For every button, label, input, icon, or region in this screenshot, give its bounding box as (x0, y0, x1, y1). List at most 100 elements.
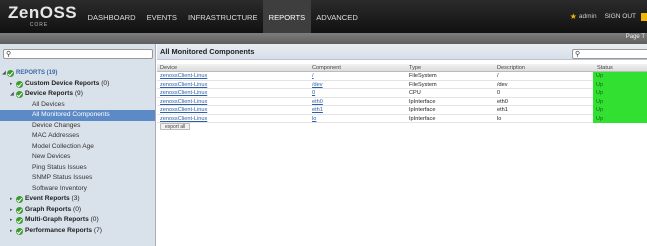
collapse-arrow-icon[interactable]: ▸ (10, 226, 13, 237)
page-tips-link[interactable]: Page T (626, 34, 645, 40)
status-badge: Up (593, 72, 647, 81)
logo-text: ZenOSS (8, 3, 78, 22)
check-icon (16, 217, 23, 224)
component-link[interactable]: / (312, 73, 314, 79)
main-nav: DASHBOARD EVENTS INFRASTRUCTURE REPORTS … (82, 0, 363, 33)
device-link[interactable]: zenossClient-Linux (160, 107, 207, 113)
logo-subtext: CORE (29, 22, 49, 28)
search-icon: ⚲ (575, 51, 581, 58)
zenoss-logo[interactable]: ZenOSS CORE (8, 3, 78, 30)
search-icon: ⚲ (6, 51, 12, 58)
tree-leaf-model-collection-age[interactable]: Model Collection Age (0, 142, 155, 153)
status-badge: Up (593, 89, 647, 98)
nav-dashboard[interactable]: DASHBOARD (82, 0, 141, 33)
tree-root-label: REPORTS (19) (16, 70, 58, 76)
nav-infrastructure[interactable]: INFRASTRUCTURE (183, 0, 264, 33)
component-link[interactable]: eth0 (312, 99, 323, 105)
nav-events[interactable]: EVENTS (141, 0, 182, 33)
tree-item-performance-reports[interactable]: ▸ Performance Reports (7) (0, 226, 155, 237)
type-cell: IpInterface (409, 107, 436, 113)
type-cell: FileSystem (409, 81, 437, 88)
tree-leaf-ping-status-issues[interactable]: Ping Status Issues (0, 163, 155, 174)
component-link[interactable]: /dev (312, 82, 323, 88)
expand-arrow-icon[interactable]: ◢ (10, 89, 14, 100)
tree-item-label: Performance Reports (25, 226, 93, 234)
tree-item-count: (9) (74, 90, 83, 97)
components-table: Device Component Type Description Status… (157, 64, 647, 132)
tree-leaf-mac-addresses[interactable]: MAC Addresses (0, 131, 155, 142)
status-badge: Up (593, 97, 647, 106)
column-header-status[interactable]: Status (597, 65, 613, 71)
sub-header-bar: Page T (0, 33, 647, 44)
export-all-button[interactable]: export all (160, 123, 191, 130)
user-icon: ★ (569, 12, 577, 21)
device-link[interactable]: zenossClient-Linux (160, 99, 207, 105)
device-link[interactable]: zenossClient-Linux (160, 73, 207, 79)
tree-item-count: (0) (73, 205, 82, 213)
type-cell: CPU (409, 90, 421, 96)
sign-out-link[interactable]: SIGN OUT (605, 13, 636, 20)
column-header-description[interactable]: Description (497, 65, 525, 71)
column-header-device[interactable]: Device (160, 65, 177, 71)
description-cell: /dev (497, 81, 508, 88)
tree-item-event-reports[interactable]: ▸ Event Reports (3) (0, 194, 155, 205)
check-icon (16, 91, 23, 98)
tree-item-label: Custom Device Reports (25, 79, 100, 87)
tree-leaf-snmp-status-issues[interactable]: SNMP Status Issues (0, 173, 155, 184)
collapse-arrow-icon[interactable]: ▸ (10, 79, 13, 90)
table-row: zenossClient-Linux eth1 IpInterface eth1… (157, 106, 647, 115)
tree-item-multi-graph-reports[interactable]: ▸ Multi-Graph Reports (0) (0, 215, 155, 226)
tree-item-count: (0) (90, 216, 99, 223)
tree-leaf-all-monitored-components[interactable]: All Monitored Components (0, 110, 155, 121)
component-link[interactable]: 0 (312, 90, 315, 96)
tree-search-input[interactable]: ⚲ (3, 49, 153, 59)
status-badge: Up (593, 114, 647, 123)
description-cell: eth1 (497, 107, 508, 113)
check-icon (16, 227, 23, 235)
status-badge: Up (593, 106, 647, 115)
user-name[interactable]: admin (579, 13, 597, 20)
tree-leaf-device-changes[interactable]: Device Changes (0, 121, 155, 132)
report-main-panel: All Monitored Components ⚲ Device Compon… (157, 44, 647, 246)
type-cell: IpInterface (409, 115, 436, 122)
tree-leaf-all-devices[interactable]: All Devices (0, 100, 155, 111)
description-cell: / (497, 73, 499, 79)
collapse-arrow-icon[interactable]: ▸ (10, 215, 13, 226)
nav-reports[interactable]: REPORTS (263, 0, 311, 33)
tree-item-count: (7) (93, 226, 102, 234)
description-cell: lo (497, 115, 502, 122)
column-header-type[interactable]: Type (409, 65, 421, 71)
table-row: zenossClient-Linux lo IpInterface lo Up (157, 114, 647, 123)
report-tree-panel: ⚲ ◢ REPORTS (19) ▸ Custom Device Reports… (0, 44, 156, 246)
device-link[interactable]: zenossClient-Linux (160, 82, 207, 88)
tree-item-label: Device Reports (25, 90, 74, 97)
tree-item-count: (3) (71, 195, 80, 202)
column-header-component[interactable]: Component (312, 65, 341, 71)
expand-arrow-icon[interactable]: ◢ (2, 68, 6, 79)
component-link[interactable]: lo (312, 116, 316, 122)
type-cell: IpInterface (409, 98, 436, 105)
description-cell: 0 (497, 90, 501, 96)
tree-item-graph-reports[interactable]: ▸ Graph Reports (0) (0, 205, 155, 216)
check-icon (7, 70, 14, 77)
table-row: zenossClient-Linux eth0 IpInterface eth0… (157, 97, 647, 106)
top-nav-bar: ZenOSS CORE DASHBOARD EVENTS INFRASTRUCT… (0, 0, 647, 33)
page-title: All Monitored Components (160, 47, 255, 56)
report-search-input[interactable]: ⚲ (572, 49, 647, 59)
collapse-arrow-icon[interactable]: ▸ (10, 194, 13, 205)
component-link[interactable]: eth1 (312, 107, 323, 113)
tree-item-count: (0) (101, 79, 110, 87)
tree-item-device-reports[interactable]: ◢ Device Reports (9) (0, 89, 155, 100)
help-icon[interactable] (641, 12, 647, 21)
table-row: zenossClient-Linux /dev FileSystem /dev … (157, 80, 647, 89)
tree-root[interactable]: ◢ REPORTS (19) (0, 68, 155, 79)
device-link[interactable]: zenossClient-Linux (160, 90, 207, 96)
table-row: zenossClient-Linux 0 CPU 0 Up (157, 89, 647, 98)
tree-item-custom-device-reports[interactable]: ▸ Custom Device Reports (0) (0, 79, 155, 90)
collapse-arrow-icon[interactable]: ▸ (10, 205, 13, 216)
tree-leaf-software-inventory[interactable]: Software Inventory (0, 184, 155, 195)
nav-advanced[interactable]: ADVANCED (311, 0, 364, 33)
device-link[interactable]: zenossClient-Linux (160, 116, 207, 122)
tree-leaf-new-devices[interactable]: New Devices (0, 152, 155, 163)
table-row: zenossClient-Linux / FileSystem / Up (157, 72, 647, 81)
